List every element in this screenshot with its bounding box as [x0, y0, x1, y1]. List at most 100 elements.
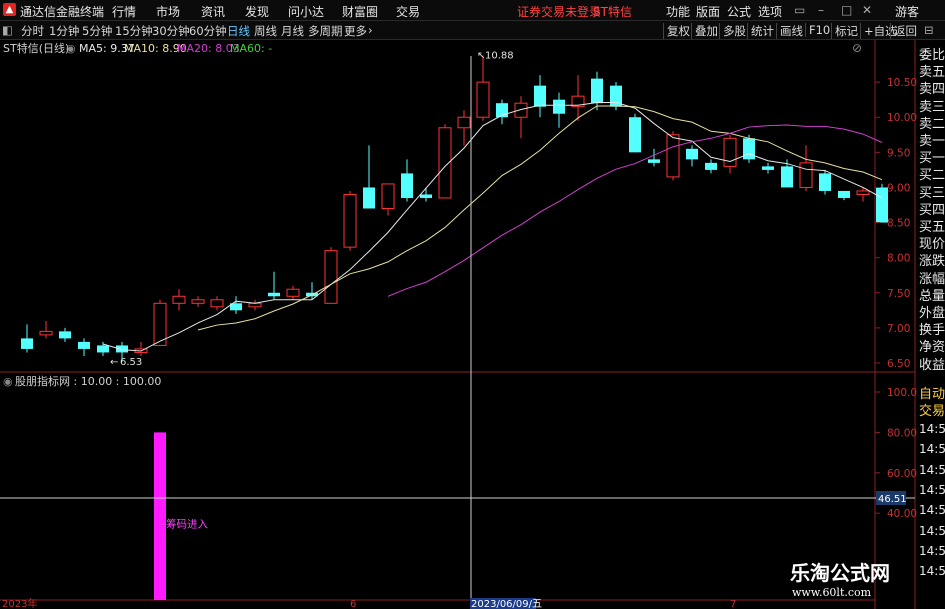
price-tick-label: 7.00 [887, 323, 910, 335]
panel-toggle-icon[interactable]: ⊟ [924, 23, 934, 37]
menu-ask-xiaoda[interactable]: 问小达 [288, 3, 324, 20]
side-item-14: 总量 [919, 288, 945, 304]
app-name: 通达信金融终端 [20, 5, 105, 19]
period-timeshare[interactable]: 分时 [21, 23, 44, 39]
candle[interactable] [268, 271, 280, 300]
candle[interactable] [21, 324, 33, 353]
menu-options[interactable]: 选项 [758, 3, 782, 20]
period-30min[interactable]: 30分钟 [152, 23, 190, 39]
side-item-17: 净资 [919, 340, 945, 356]
candle[interactable] [648, 148, 660, 167]
candle[interactable] [686, 145, 698, 167]
button-f10[interactable]: F10 [805, 23, 830, 37]
ma60-label: MA60: - [230, 42, 272, 55]
menu-trade[interactable]: 交易 [396, 3, 420, 20]
candle-body [799, 162, 813, 188]
candle[interactable] [534, 75, 546, 118]
candle[interactable] [191, 296, 205, 307]
candle[interactable] [363, 145, 375, 209]
period-daily[interactable]: 日线 [227, 23, 250, 39]
button-draw-line[interactable]: 画线 [776, 23, 803, 39]
candle-body [514, 102, 528, 118]
candle[interactable] [476, 55, 490, 121]
candle[interactable] [381, 183, 395, 216]
period-5min[interactable]: 5分钟 [82, 23, 112, 39]
period-multi[interactable]: 多周期 [308, 23, 343, 39]
candle[interactable] [705, 159, 717, 174]
close-icon[interactable]: ✕ [862, 3, 872, 17]
button-overlay[interactable]: 叠加 [691, 23, 718, 39]
candle[interactable] [591, 71, 603, 111]
minimize-icon[interactable]: ▭ [794, 3, 805, 17]
candle[interactable] [39, 320, 53, 339]
candle[interactable] [210, 296, 224, 311]
candle[interactable] [343, 190, 357, 251]
menu-formula[interactable]: 公式 [727, 3, 751, 20]
candle[interactable] [553, 92, 565, 128]
login-status[interactable]: 证券交易未登录 [517, 3, 601, 20]
button-back[interactable]: 返回 [890, 23, 917, 39]
menu-discover[interactable]: 发现 [245, 3, 269, 20]
candle-body [210, 299, 224, 308]
candle[interactable] [571, 75, 585, 121]
collapse-icon[interactable]: ⊘ [852, 41, 862, 55]
indicator-tick-label: 100.0 [887, 387, 917, 399]
period-15min[interactable]: 15分钟 [115, 23, 153, 39]
indicator-bar[interactable] [154, 432, 166, 600]
guest-label[interactable]: 游客 [895, 3, 919, 20]
trade-label[interactable]: 交易 [919, 400, 945, 419]
candle[interactable] [723, 134, 737, 174]
tick-time-0: 14:56 [919, 422, 945, 436]
candle[interactable] [838, 190, 850, 201]
indicator-tick-label: 60.00 [887, 468, 917, 480]
kline-chart[interactable]: 10.88↖ 6.53← 10.50 10.00 9.50 9.00 8.50 8.00 7.… [0, 40, 945, 609]
candle[interactable] [762, 162, 774, 174]
candle[interactable] [230, 296, 242, 314]
candle[interactable] [172, 289, 186, 311]
tick-time-5: 14:56 [919, 523, 945, 538]
side-item-7: 买二 [919, 168, 945, 184]
button-adjust[interactable]: 复权 [663, 23, 690, 39]
button-statistics[interactable]: 统计 [747, 23, 774, 39]
menu-market-quote[interactable]: 行情 [112, 3, 136, 20]
menu-layout[interactable]: 版面 [696, 3, 720, 20]
side-item-13: 涨幅 [919, 271, 945, 287]
maximize-icon[interactable]: □ [841, 3, 852, 17]
candle[interactable] [324, 247, 338, 304]
candle[interactable] [286, 285, 300, 300]
candle[interactable] [496, 99, 508, 125]
candle-body [666, 134, 680, 178]
more-chevron-icon[interactable]: › [368, 23, 373, 37]
menu-market[interactable]: 市场 [156, 3, 180, 20]
candle[interactable] [420, 187, 432, 202]
price-tick-label: 8.00 [887, 253, 910, 265]
candle[interactable] [514, 96, 528, 139]
candle[interactable] [153, 299, 167, 346]
price-tick-label: 10.50 [887, 77, 917, 89]
period-monthly[interactable]: 月线 [281, 23, 304, 39]
menu-news[interactable]: 资讯 [201, 3, 225, 20]
candle-body [762, 166, 774, 170]
candle[interactable] [457, 110, 471, 146]
button-mark[interactable]: 标记 [831, 23, 858, 39]
minimize-window-icon[interactable]: – [818, 3, 824, 17]
price-tick-label: 8.50 [887, 218, 910, 230]
indicator-settings-icon[interactable]: ◉ [3, 375, 13, 388]
period-more[interactable]: 更多 [344, 23, 367, 39]
menu-function[interactable]: 功能 [666, 3, 690, 20]
candle[interactable] [819, 169, 831, 195]
button-multi-stock[interactable]: 多股 [719, 23, 746, 39]
candle[interactable] [248, 299, 262, 311]
settings-icon[interactable]: ◉ [66, 42, 76, 55]
candle[interactable] [78, 338, 90, 356]
candle-body [553, 99, 565, 114]
menu-wealth-circle[interactable]: 财富圈 [342, 3, 378, 20]
candle[interactable] [401, 159, 413, 202]
period-60min[interactable]: 60分钟 [189, 23, 227, 39]
candle[interactable] [59, 327, 71, 342]
period-weekly[interactable]: 周线 [254, 23, 277, 39]
period-1min[interactable]: 1分钟 [49, 23, 79, 39]
toggle-panel-icon[interactable]: ◧ [2, 23, 13, 37]
candle[interactable] [438, 124, 452, 199]
candle[interactable] [629, 113, 641, 153]
